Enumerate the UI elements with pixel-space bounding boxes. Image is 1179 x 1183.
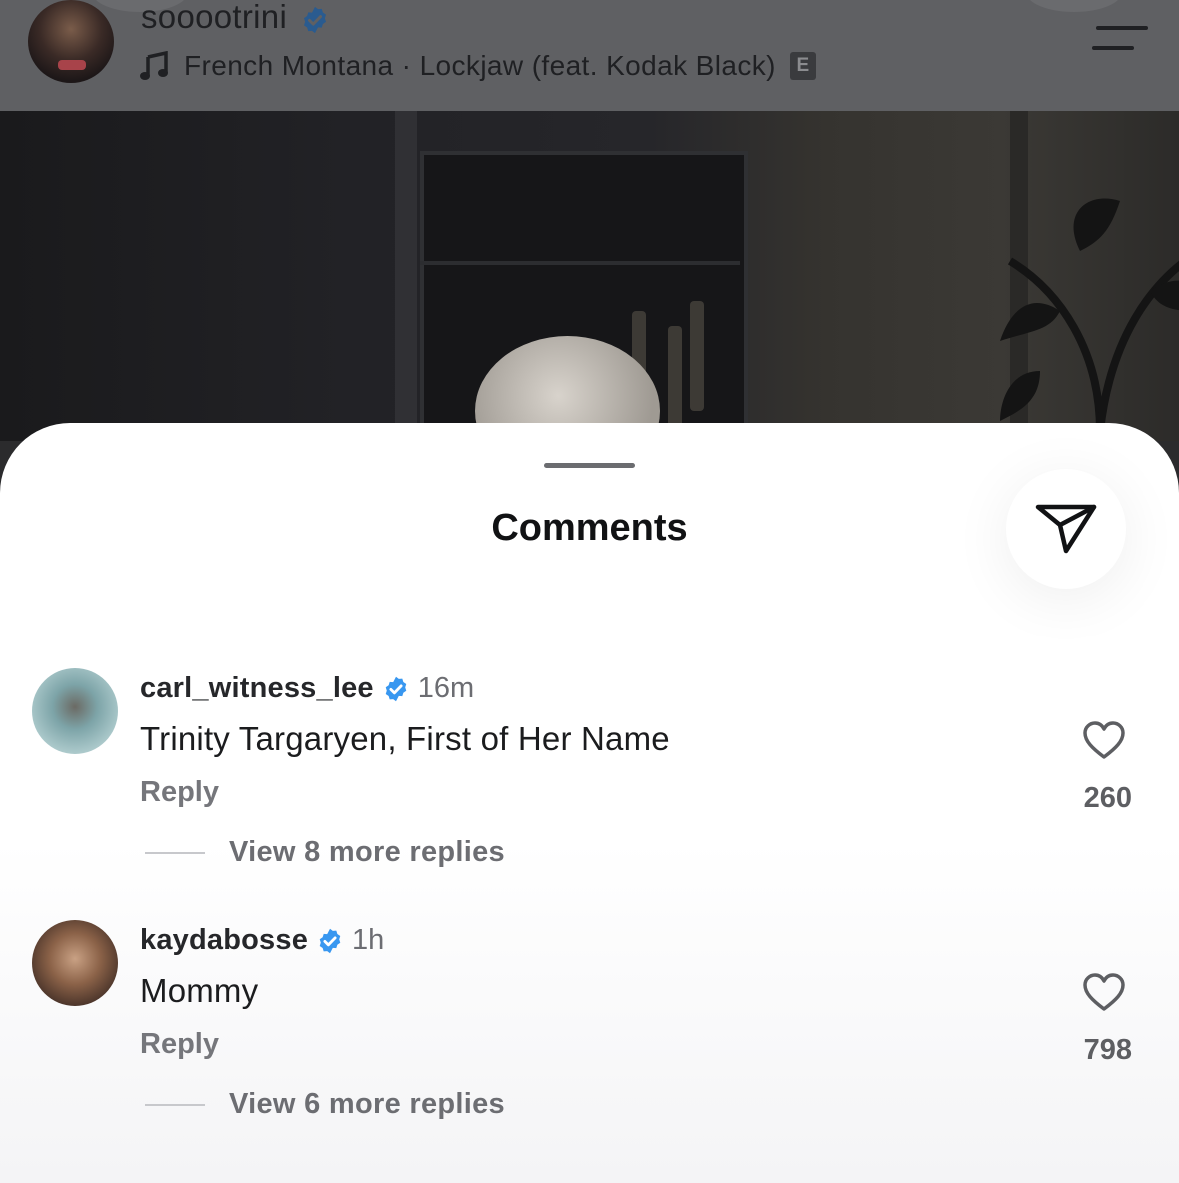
- view-more-replies[interactable]: View 8 more replies: [145, 836, 505, 869]
- comment-item: kaydabosse 1h Mommy Reply View 6 more re…: [0, 920, 1179, 1170]
- like-count: 260: [1083, 782, 1132, 814]
- post-author-username[interactable]: sooootrini: [141, 0, 287, 36]
- heart-icon[interactable]: [1082, 720, 1126, 760]
- comments-sheet: Comments carl_witness_lee 16m Trinity Ta…: [0, 423, 1179, 1183]
- share-button[interactable]: [1006, 469, 1126, 589]
- view-more-replies-label: View 8 more replies: [229, 836, 505, 868]
- verified-badge-icon: [304, 6, 326, 34]
- reply-button[interactable]: Reply: [140, 776, 219, 809]
- sheet-title: Comments: [491, 507, 688, 549]
- comment-text: Mommy: [140, 972, 259, 1009]
- heart-icon[interactable]: [1082, 972, 1126, 1012]
- comment-username[interactable]: carl_witness_lee: [140, 672, 374, 705]
- post-author-avatar[interactable]: [28, 0, 114, 83]
- post-music-label: French Montana · Lockjaw (feat. Kodak Bl…: [184, 50, 776, 81]
- header-button-arc: [1026, 0, 1122, 12]
- comment-text: Trinity Targaryen, First of Her Name: [140, 720, 670, 757]
- reply-button[interactable]: Reply: [140, 1028, 219, 1061]
- menu-icon[interactable]: [1092, 20, 1148, 56]
- post-header: sooootrini French Montana · Lockjaw (fea…: [0, 0, 1179, 111]
- comment-timestamp: 1h: [352, 924, 385, 956]
- post-music-row[interactable]: French Montana · Lockjaw (feat. Kodak Bl…: [140, 46, 816, 86]
- comment-username[interactable]: kaydabosse: [140, 924, 308, 957]
- post-media[interactable]: [0, 111, 1179, 441]
- music-note-icon: [140, 51, 168, 80]
- comment-timestamp: 16m: [417, 672, 475, 704]
- avatar[interactable]: [32, 668, 118, 754]
- comment-item: carl_witness_lee 16m Trinity Targaryen, …: [0, 668, 1179, 918]
- divider: [145, 851, 205, 854]
- send-icon: [1035, 504, 1097, 554]
- avatar[interactable]: [32, 920, 118, 1006]
- view-more-replies[interactable]: View 6 more replies: [145, 1088, 505, 1121]
- verified-badge-icon: [319, 928, 341, 953]
- explicit-badge: E: [789, 52, 816, 80]
- like-count: 798: [1083, 1034, 1132, 1066]
- sheet-grabber[interactable]: [544, 463, 635, 468]
- verified-badge-icon: [385, 676, 407, 701]
- divider: [145, 1103, 205, 1106]
- view-more-replies-label: View 6 more replies: [229, 1088, 505, 1120]
